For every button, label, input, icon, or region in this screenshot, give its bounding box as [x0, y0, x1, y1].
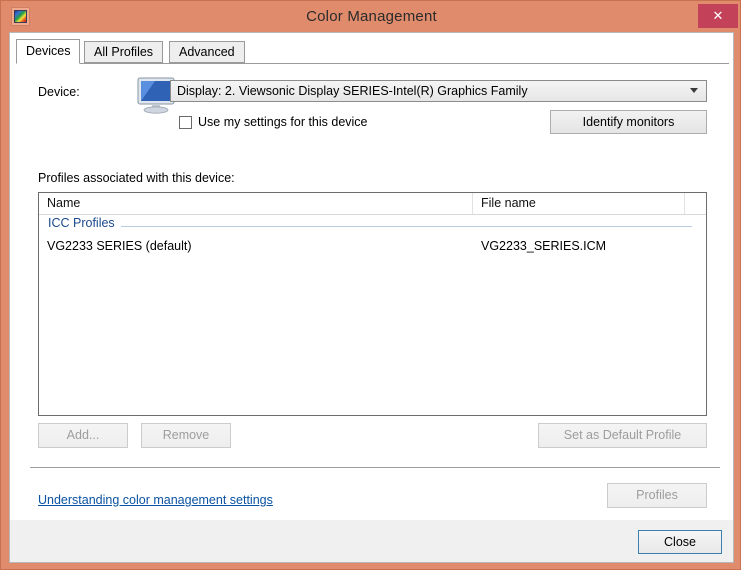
device-select-value: Display: 2. Viewsonic Display SERIES-Int… [177, 84, 528, 98]
close-icon[interactable]: ✕ [698, 4, 738, 28]
tab-devices[interactable]: Devices [16, 39, 81, 64]
title-bar: Color Management ✕ [1, 1, 740, 32]
table-row[interactable]: VG2233 SERIES (default) VG2233_SERIES.IC… [39, 237, 706, 257]
list-group-header: ICC Profiles [39, 214, 706, 235]
cell-profile-file-name: VG2233_SERIES.ICM [481, 239, 607, 253]
tab-all-profiles[interactable]: All Profiles [84, 41, 164, 63]
remove-button[interactable]: Remove [141, 423, 231, 448]
column-header-spacer[interactable] [685, 193, 706, 214]
profiles-list[interactable]: Name File name ICC Profiles VG2233 SERIE… [38, 192, 707, 416]
profiles-button[interactable]: Profiles [607, 483, 707, 508]
profiles-associated-label: Profiles associated with this device: [38, 171, 235, 185]
tab-strip-underline [16, 63, 729, 64]
tab-advanced[interactable]: Advanced [169, 41, 245, 63]
footer-divider [30, 467, 720, 468]
use-my-settings-label: Use my settings for this device [198, 115, 368, 129]
add-button[interactable]: Add... [38, 423, 128, 448]
close-button[interactable]: Close [638, 530, 722, 554]
device-select[interactable]: Display: 2. Viewsonic Display SERIES-Int… [170, 80, 707, 102]
tab-strip: Devices All Profiles Advanced [16, 39, 729, 64]
chevron-down-icon [690, 88, 698, 93]
list-header: Name File name [39, 193, 706, 215]
column-header-file-name[interactable]: File name [473, 193, 685, 214]
column-header-name[interactable]: Name [39, 193, 473, 214]
dialog-content-panel: Devices All Profiles Advanced Device: Di… [9, 32, 734, 563]
device-label: Device: [38, 85, 80, 99]
window-title: Color Management [306, 8, 437, 25]
checkbox-box[interactable] [179, 116, 192, 129]
group-divider [48, 226, 692, 227]
understanding-color-management-link[interactable]: Understanding color management settings [38, 493, 273, 507]
set-as-default-profile-button[interactable]: Set as Default Profile [538, 423, 707, 448]
identify-monitors-button[interactable]: Identify monitors [550, 110, 707, 134]
dialog-bottom-bar: Close [9, 520, 734, 563]
color-management-window: Color Management ✕ Devices All Profiles … [0, 0, 741, 570]
cell-profile-name: VG2233 SERIES (default) [47, 239, 192, 253]
group-header-label: ICC Profiles [48, 216, 121, 230]
